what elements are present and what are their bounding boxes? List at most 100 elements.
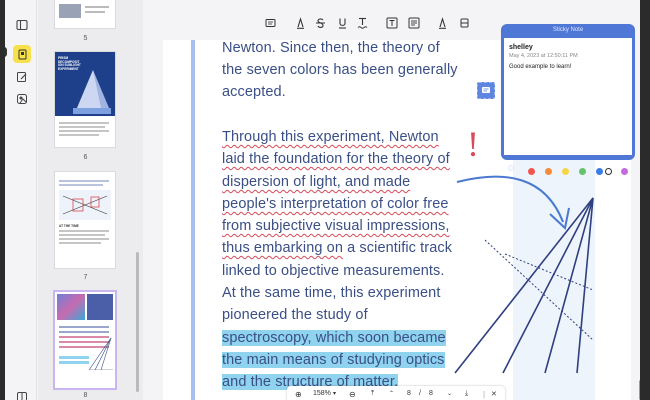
- thumbnail-line: [59, 122, 109, 124]
- color-swatch-blue[interactable]: [596, 168, 603, 175]
- first-page-icon[interactable]: ⤒: [371, 390, 374, 398]
- edit-page-icon[interactable]: [13, 68, 31, 86]
- thumbnail-line: [59, 126, 105, 128]
- thumbnail-line: [59, 331, 109, 333]
- paragraph-line: linked to objective measurements.: [222, 263, 445, 279]
- text-box-icon[interactable]: [407, 16, 421, 30]
- paragraph-line-mixed: thus embarking on a scientific track: [222, 237, 452, 259]
- thumbnail-line: [59, 130, 109, 132]
- highlighted-text[interactable]: the main means of studying optics: [222, 352, 445, 368]
- current-page-input[interactable]: 8: [407, 390, 411, 397]
- underline-icon[interactable]: [335, 16, 349, 30]
- bookmark-icon[interactable]: [13, 388, 31, 400]
- thumbnail-highlight: [59, 356, 89, 359]
- thumbnail-page-6[interactable]: PRISM DECOMPOSIT ION SUNLIGHT EXPERIMENT: [55, 52, 115, 147]
- highlighted-text[interactable]: spectroscopy, which soon became: [222, 330, 446, 346]
- page-thumbnails-panel: 5 PRISM DECOMPOSIT ION SUNLIGHT EXPERIME…: [38, 0, 143, 400]
- comment-icon[interactable]: [263, 16, 277, 30]
- strikethrough-icon[interactable]: [313, 16, 327, 30]
- color-swatch-black[interactable]: [605, 168, 612, 175]
- squiggly-underline-icon[interactable]: [355, 16, 369, 30]
- thumbnail-line: [59, 184, 103, 186]
- paragraph-line-squiggly[interactable]: dispersion of light, and made: [222, 171, 410, 193]
- text-comment-icon[interactable]: [385, 16, 399, 30]
- thumbnail-line: [59, 134, 99, 136]
- plain-fragment: a scientific track: [343, 240, 453, 256]
- eraser-icon[interactable]: [457, 16, 471, 30]
- thumbnail-line: [59, 242, 101, 244]
- gear-icon[interactable]: [507, 164, 515, 172]
- thumbnail-line: [85, 11, 105, 13]
- paragraph-line-squiggly[interactable]: laid the foundation for the theory of: [222, 148, 450, 170]
- organize-pages-icon[interactable]: [13, 90, 31, 108]
- total-pages: 8: [429, 390, 433, 397]
- next-page-icon[interactable]: ⌄: [447, 390, 452, 397]
- sticky-note-date: May 4, 2023 at 12:50:11 PM: [509, 53, 578, 59]
- panel-collapse-handle[interactable]: [5, 47, 7, 57]
- sticky-note-popup[interactable]: Sticky Note shelley May 4, 2023 at 12:50…: [501, 24, 635, 175]
- color-swatch-red[interactable]: [528, 168, 535, 175]
- thumbnail-label-7: 7: [83, 274, 88, 281]
- thumbnail-line: [59, 230, 109, 232]
- thumbnail-prism-image: [73, 70, 111, 114]
- left-tool-rail: [5, 0, 37, 400]
- paragraph-line: accepted.: [222, 84, 286, 100]
- thumbnail-label-8: 8: [83, 392, 88, 399]
- thumbnail-line: [59, 326, 109, 328]
- color-swatch-purple[interactable]: [621, 168, 628, 175]
- thumbnails-scrollbar[interactable]: [136, 252, 139, 392]
- sticky-note-message[interactable]: Good example to learn!: [509, 64, 571, 70]
- color-swatch-yellow[interactable]: [562, 168, 569, 175]
- thumbnail-image: [57, 294, 85, 320]
- paragraph-line-squiggly[interactable]: people's interpretation of color free: [222, 193, 449, 215]
- paragraph-line: Newton. Since then, the theory of: [222, 40, 440, 56]
- page-navigation-bar: ⊕ 158% ▾ ⊖ ⤒ ⌃ 8 / 8 ⌄ ⤓ | ✕: [287, 386, 505, 400]
- thumbnail-diagram: [89, 337, 113, 370]
- exclamation-annotation[interactable]: !: [467, 124, 479, 164]
- last-page-icon[interactable]: ⤓: [465, 390, 468, 398]
- thumbnail-heading: AT THE TIME: [59, 224, 79, 228]
- sticky-note-author: shelley: [509, 44, 533, 51]
- thumbnail-image: [87, 294, 113, 320]
- nav-divider: |: [483, 390, 486, 399]
- thumbnail-page-8[interactable]: [55, 292, 115, 388]
- close-icon[interactable]: ✕: [491, 390, 497, 398]
- thumbnail-line: [59, 238, 109, 240]
- paragraph-line-highlighted[interactable]: the main means of studying optics: [222, 349, 445, 371]
- arrow-head[interactable]: [549, 207, 570, 230]
- previous-page-icon[interactable]: ⌃: [389, 390, 394, 397]
- sticky-note-marker[interactable]: [477, 82, 495, 99]
- thumbnails-icon[interactable]: [13, 45, 31, 63]
- color-swatch-green[interactable]: [579, 168, 586, 175]
- thumbnail-highlight: [59, 361, 89, 364]
- thumbnail-page-7[interactable]: AT THE TIME: [55, 172, 115, 268]
- thumbnail-page-5[interactable]: [55, 0, 115, 28]
- zoom-out-icon[interactable]: ⊖: [349, 390, 356, 399]
- paragraph-line: At the same time, this experiment: [222, 285, 441, 301]
- thumbnail-diagram: [59, 190, 111, 220]
- app-window: 5 PRISM DECOMPOSIT ION SUNLIGHT EXPERIME…: [5, 0, 640, 400]
- sidebar-toggle-icon[interactable]: [13, 16, 31, 34]
- thumbnail-line: [59, 180, 109, 182]
- arrow-line[interactable]: [456, 175, 564, 223]
- highlight-icon[interactable]: [293, 16, 307, 30]
- thumbnail-label-5: 5: [83, 35, 88, 42]
- pencil-icon[interactable]: [435, 16, 449, 30]
- paragraph-line-highlighted[interactable]: spectroscopy, which soon became: [222, 327, 446, 349]
- page-separator: /: [419, 390, 421, 397]
- paragraph-line: pioneered the study of: [222, 307, 368, 323]
- zoom-dropdown-icon[interactable]: ▾: [333, 390, 336, 397]
- thumbnail-label-6: 6: [83, 154, 88, 161]
- color-swatch-orange[interactable]: [545, 168, 552, 175]
- zoom-level[interactable]: 158%: [313, 390, 331, 397]
- paragraph-line-squiggly[interactable]: from subjective visual impressions,: [222, 215, 450, 237]
- zoom-in-icon[interactable]: ⊕: [295, 390, 302, 399]
- thumbnail-line: [85, 6, 109, 8]
- thumbnail-image: [59, 4, 81, 18]
- squiggly-fragment[interactable]: thus embarking on: [222, 240, 343, 256]
- paragraph-line-squiggly[interactable]: Through this experiment, Newton: [222, 126, 439, 148]
- page-margin-bar: [191, 40, 195, 400]
- document-scrollbar[interactable]: [639, 380, 640, 400]
- sticky-note-title: Sticky Note: [552, 27, 584, 33]
- thumbnail-line: [59, 234, 105, 236]
